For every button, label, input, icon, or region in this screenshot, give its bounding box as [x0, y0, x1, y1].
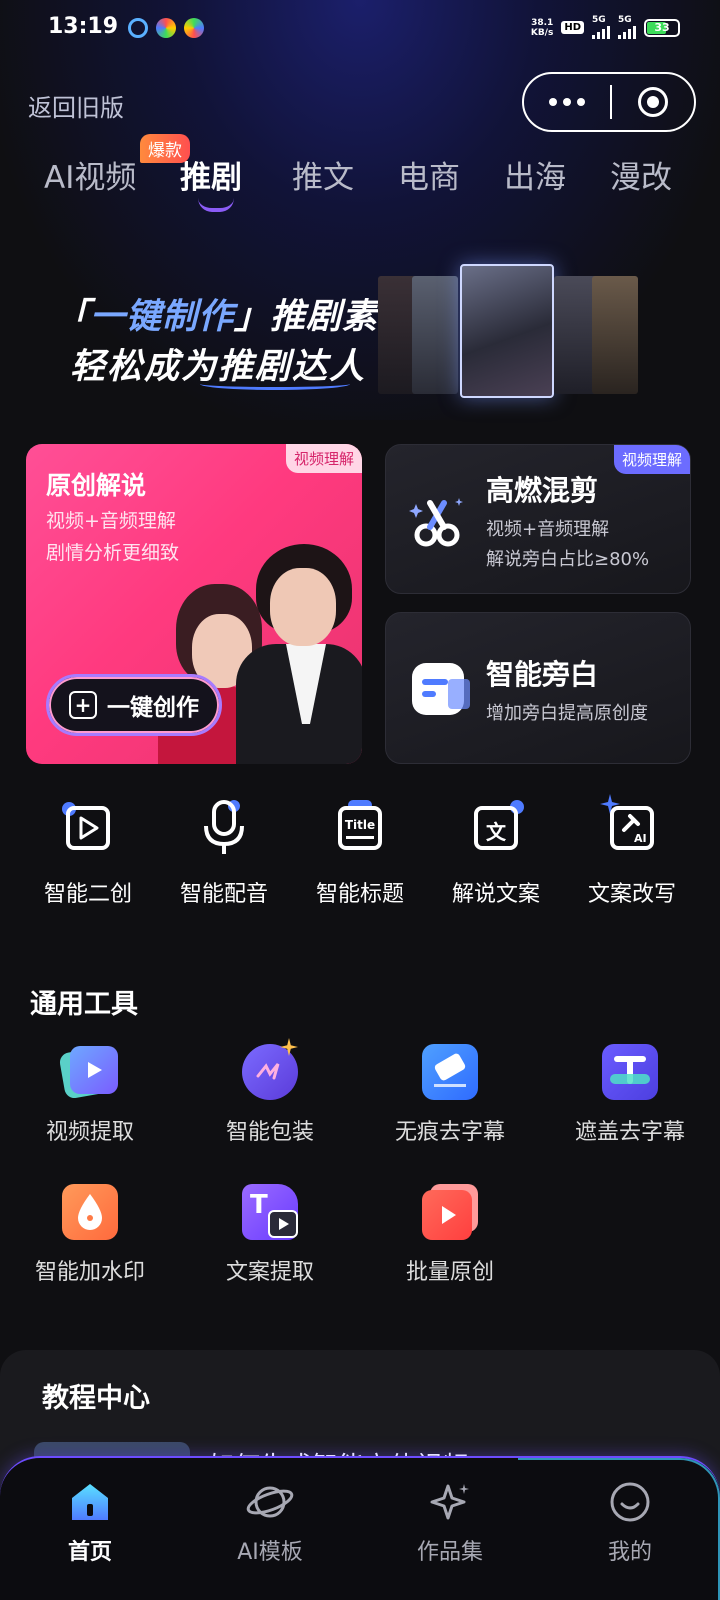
- category-tabs: AI视频 推剧 推文 电商 出海 漫改: [0, 148, 720, 218]
- tool-seamless-subtitle-removal[interactable]: 无痕去字幕: [365, 1044, 535, 1146]
- scissors-icon: [409, 498, 463, 547]
- smart-voiceover-card[interactable]: 智能旁白 增加旁白提高原创度: [385, 612, 691, 764]
- poster-image: [592, 276, 638, 394]
- tool-smart-watermark[interactable]: 智能加水印: [5, 1184, 175, 1286]
- back-to-old-version-link[interactable]: 返回旧版: [28, 88, 124, 123]
- smart-package-icon: [242, 1038, 298, 1100]
- nav-profile[interactable]: 我的: [570, 1480, 690, 1566]
- active-tab-indicator: [198, 198, 234, 212]
- card-title: 原创解说: [46, 471, 147, 500]
- tool-video-extract[interactable]: 视频提取: [5, 1044, 175, 1146]
- nav-home[interactable]: 首页: [30, 1480, 150, 1566]
- quick-tool-smart-title[interactable]: Title 智能标题: [292, 798, 428, 908]
- card-title: 智能旁白: [486, 658, 599, 691]
- voiceover-doc-icon: [412, 663, 470, 715]
- smile-icon: [606, 1480, 654, 1524]
- app-notification-icon: [184, 18, 204, 38]
- home-icon: [66, 1480, 114, 1524]
- general-tools-title: 通用工具: [30, 989, 138, 1020]
- signal-icon: 5G: [618, 16, 636, 39]
- poster-image-featured: [460, 264, 554, 398]
- quick-tools: 智能二创 智能配音 Title 智能标题 文 解说文案 AI 文案改写: [0, 794, 720, 918]
- app-notification-icon: [156, 18, 176, 38]
- cover-subtitle-icon: [602, 1044, 658, 1100]
- watermark-icon: [62, 1184, 118, 1240]
- card-subtitle: 视频+音频理解: [46, 510, 176, 532]
- video-extract-icon: [58, 1044, 118, 1100]
- status-bar: 13:19 38.1 KB/s HD 5G 5G 33: [0, 0, 720, 56]
- tool-batch-original[interactable]: 批量原创: [365, 1184, 535, 1286]
- microphone-icon: [194, 798, 254, 858]
- tool-cover-subtitle-removal[interactable]: 遮盖去字幕: [545, 1044, 715, 1146]
- card-subtitle: 增加旁白提高原创度: [486, 703, 648, 724]
- hero-headline: 「一键制作」推剧素材: [54, 297, 415, 337]
- planet-icon: [246, 1480, 294, 1524]
- tab-drama[interactable]: 推剧: [180, 152, 242, 197]
- tool-text-extract[interactable]: T 文案提取: [185, 1184, 355, 1286]
- tutorial-center-title: 教程中心: [42, 1383, 150, 1414]
- tab-comic[interactable]: 漫改: [610, 152, 672, 197]
- ai-rewrite-icon: AI: [600, 794, 662, 858]
- close-target-icon[interactable]: [612, 87, 694, 117]
- app-notification-icon: [128, 18, 148, 38]
- quick-tool-commentary-copy[interactable]: 文 解说文案: [428, 798, 564, 908]
- tab-overseas[interactable]: 出海: [504, 152, 566, 197]
- battery-icon: 33: [644, 18, 680, 37]
- nav-portfolio[interactable]: 作品集: [390, 1480, 510, 1566]
- one-click-create-button[interactable]: + 一键创作: [46, 674, 222, 736]
- more-icon[interactable]: [524, 98, 610, 106]
- signal-icon: 5G: [592, 16, 610, 39]
- video-understanding-tag: 视频理解: [285, 444, 362, 473]
- hd-icon: HD: [561, 21, 584, 34]
- eraser-icon: [422, 1044, 478, 1100]
- card-title: 高燃混剪: [486, 474, 599, 507]
- nav-ai-templates[interactable]: AI模板: [210, 1480, 330, 1566]
- add-icon: +: [69, 691, 97, 719]
- status-time: 13:19: [48, 14, 119, 39]
- status-indicators: 38.1 KB/s HD 5G 5G 33: [531, 16, 680, 39]
- original-commentary-card[interactable]: 视频理解 原创解说 视频+音频理解 剧情分析更细致 + 一键创作: [26, 444, 362, 764]
- card-subtitle: 视频+音频理解: [486, 519, 610, 540]
- title-icon: Title: [330, 798, 390, 858]
- quick-tool-smart-recreate[interactable]: 智能二创: [20, 798, 156, 908]
- network-speed: 38.1 KB/s: [530, 17, 554, 38]
- quick-tool-smart-dubbing[interactable]: 智能配音: [156, 798, 292, 908]
- hero-swoosh-decoration: [200, 378, 350, 390]
- quick-tool-copy-rewrite[interactable]: AI 文案改写: [564, 794, 700, 908]
- card-subtitle: 解说旁白占比≥80%: [486, 549, 650, 570]
- batch-original-icon: [422, 1184, 478, 1240]
- notification-icons: [128, 18, 204, 38]
- bottom-navigation: 首页 AI模板 作品集 我的: [0, 1456, 720, 1600]
- video-edit-icon: [58, 798, 118, 858]
- text-doc-icon: 文: [466, 798, 526, 858]
- tab-novel[interactable]: 推文: [292, 152, 354, 197]
- highlight-mix-card[interactable]: 视频理解 高燃混剪 视频+音频理解 解说旁白占比≥80%: [385, 444, 691, 594]
- text-extract-icon: T: [242, 1184, 298, 1240]
- tool-smart-package[interactable]: 智能包装: [185, 1038, 355, 1146]
- poster-image: [412, 276, 458, 394]
- mini-program-capsule: [522, 72, 696, 132]
- hero-banner[interactable]: 「一键制作」推剧素材 轻松成为推剧达人: [0, 230, 720, 420]
- tab-ai-video[interactable]: AI视频: [44, 152, 136, 197]
- tab-ecommerce[interactable]: 电商: [398, 152, 460, 197]
- hot-badge: 爆款: [140, 134, 190, 163]
- card-subtitle: 剧情分析更细致: [46, 542, 180, 564]
- drama-posters: [378, 264, 642, 406]
- video-understanding-tag: 视频理解: [613, 445, 690, 474]
- sparkle-icon: [426, 1480, 474, 1524]
